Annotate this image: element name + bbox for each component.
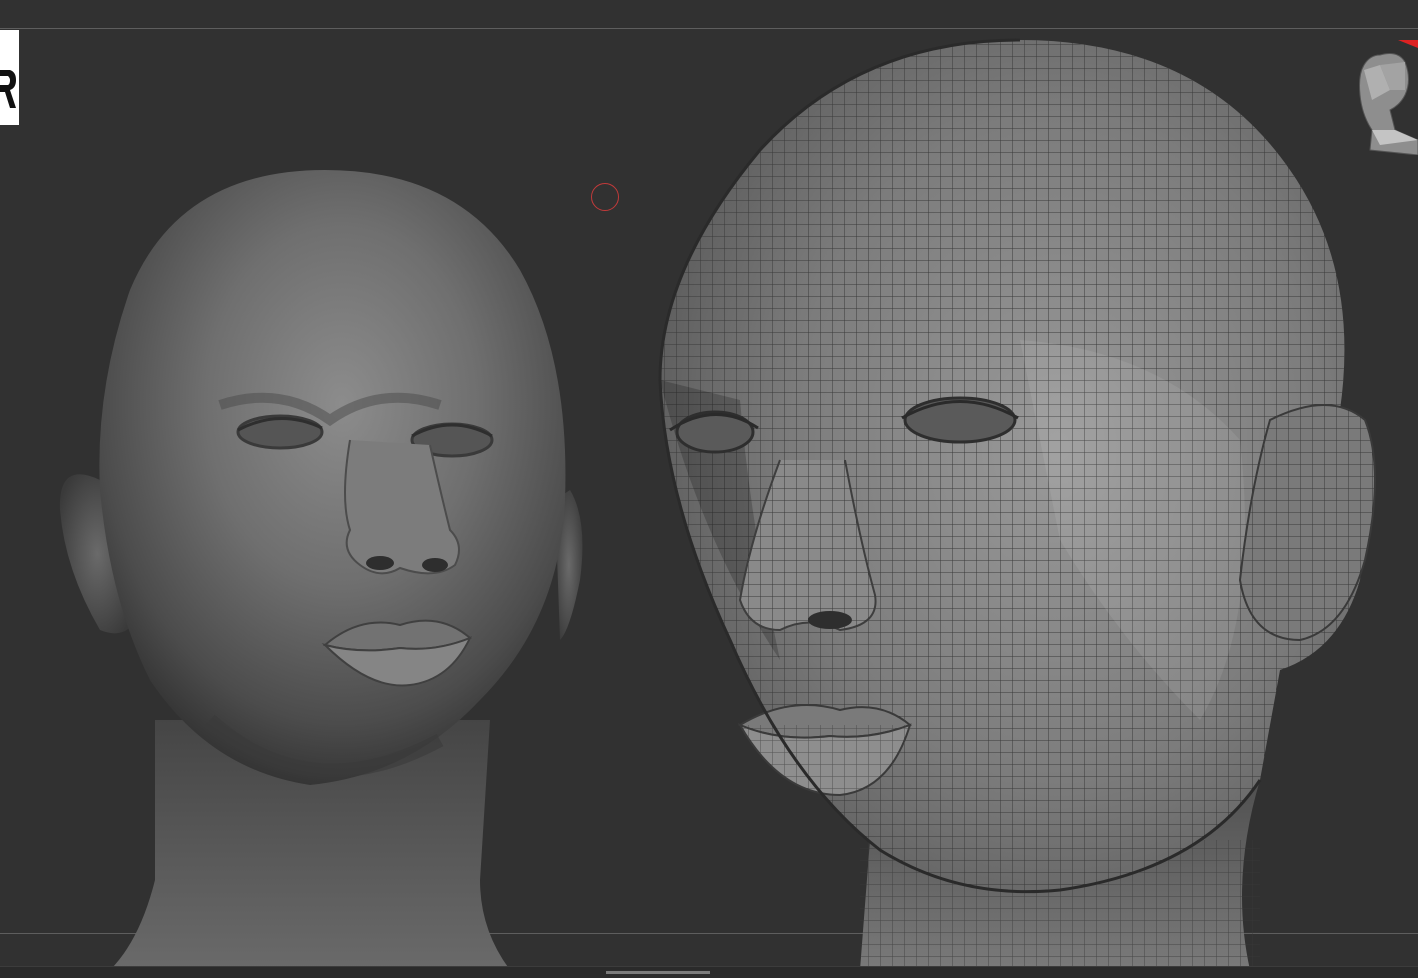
sculpted-head-model[interactable] bbox=[40, 160, 610, 970]
navigation-head-icon[interactable] bbox=[1350, 40, 1418, 155]
bottom-shelf-handle[interactable] bbox=[606, 971, 710, 974]
zbrush-viewport[interactable] bbox=[0, 0, 1418, 978]
axis-arrow-icon bbox=[1398, 40, 1418, 48]
logo-icon bbox=[0, 30, 19, 125]
wireframe-head-model[interactable] bbox=[640, 20, 1400, 970]
